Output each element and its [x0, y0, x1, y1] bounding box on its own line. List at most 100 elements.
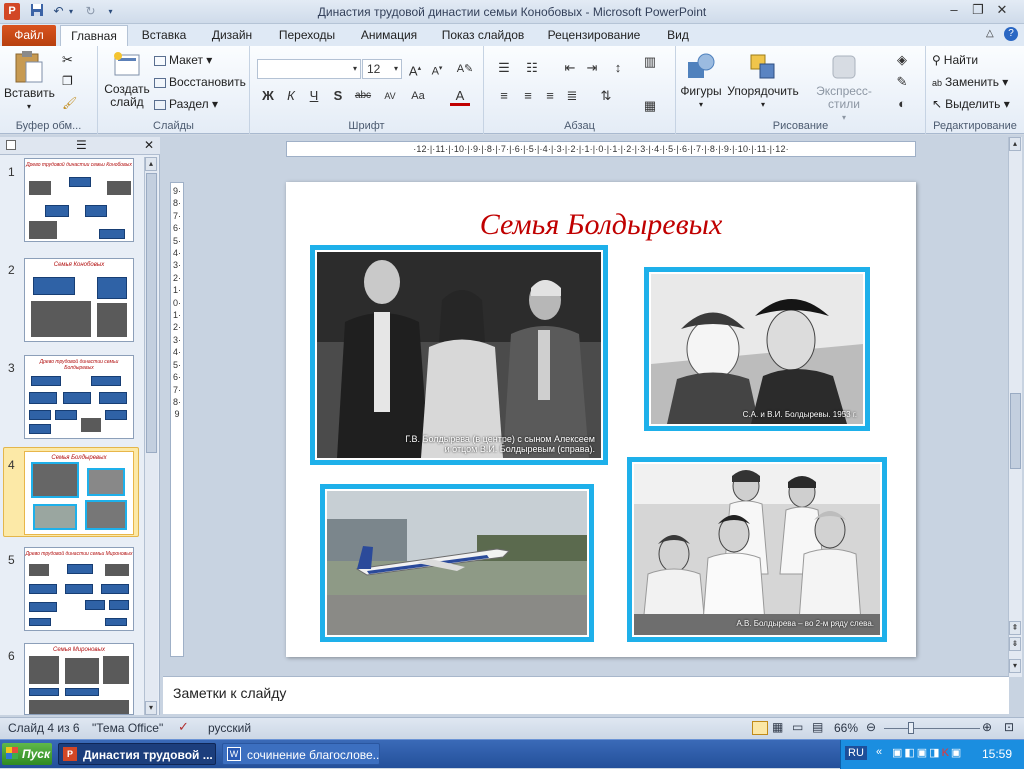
minimize-icon[interactable]: – — [943, 2, 965, 20]
normal-view-icon[interactable] — [752, 721, 768, 735]
scroll-thumb[interactable] — [1010, 393, 1021, 469]
layout-button[interactable]: Макет ▾ — [154, 51, 212, 69]
zoom-in-icon[interactable]: ⊕ — [982, 720, 992, 734]
help-icon[interactable]: ? — [1004, 27, 1018, 41]
shapes-button[interactable]: Фигуры ▾ — [678, 52, 724, 111]
zoom-slider-thumb[interactable] — [908, 722, 914, 734]
font-color-icon[interactable]: A — [450, 86, 470, 106]
spellcheck-icon[interactable]: ✓ — [178, 719, 189, 735]
restore-icon[interactable]: ❐ — [967, 2, 989, 20]
slides-tab-icon[interactable] — [6, 140, 16, 150]
character-spacing-icon[interactable]: AV — [378, 86, 402, 106]
replace-button[interactable]: ab Заменить ▾ — [932, 73, 1008, 91]
minimize-ribbon-icon[interactable]: △ — [986, 28, 994, 39]
previous-slide-icon[interactable]: ⇞ — [1009, 621, 1021, 635]
italic-icon[interactable]: К — [281, 86, 301, 106]
change-case-icon[interactable]: Aa — [406, 86, 430, 106]
photo-airplane[interactable] — [320, 484, 594, 642]
slideshow-view-icon[interactable]: ▤ — [812, 720, 823, 734]
tab-review[interactable]: Рецензирование — [542, 24, 646, 46]
reset-button[interactable]: Восстановить — [154, 73, 246, 91]
font-size-combo[interactable]: 12 ▾ — [362, 59, 402, 79]
zoom-slider[interactable] — [884, 728, 980, 729]
next-slide-icon[interactable]: ⇟ — [1009, 637, 1021, 651]
photo-couple-1953[interactable]: С.А. и В.И. Болдыревы. 1953 г. — [644, 267, 870, 431]
slide-sorter-icon[interactable]: ▦ — [772, 720, 783, 734]
copy-icon[interactable]: ❐ — [62, 74, 73, 88]
tab-design[interactable]: Дизайн — [203, 24, 261, 46]
format-painter-icon[interactable]: 🖌 — [62, 96, 77, 110]
zoom-level[interactable]: 66% — [834, 721, 858, 735]
zoom-out-icon[interactable]: ⊖ — [866, 720, 876, 734]
reading-view-icon[interactable]: ▭ — [792, 720, 803, 734]
slide-scrollbar[interactable]: ▴ ⇞ ⇟ ▾ — [1008, 137, 1022, 677]
text-direction-icon[interactable]: ⇅ — [596, 86, 616, 106]
slide-thumbnail-1[interactable]: Древо трудовой династии семьи Конобовых — [24, 158, 134, 242]
language-bar[interactable]: RU — [845, 746, 867, 760]
slide-title[interactable]: Семья Болдыревых — [286, 208, 916, 242]
tray-icons[interactable]: ▣◧▣◨K▣ — [892, 746, 963, 759]
bold-icon[interactable]: Ж — [258, 86, 278, 106]
scroll-up-icon[interactable]: ▴ — [1009, 137, 1021, 151]
select-button[interactable]: ↖ Выделить ▾ — [932, 95, 1010, 113]
slide-thumbnail-5[interactable]: Древо трудовой династии семьи Мироновых — [24, 547, 134, 631]
columns-icon[interactable]: ▥ — [640, 52, 660, 72]
increase-indent-icon[interactable]: ⇥ — [582, 58, 602, 78]
new-slide-button[interactable]: Создать слайд — [102, 50, 152, 120]
align-left-icon[interactable]: ≡ — [494, 86, 514, 106]
font-family-combo[interactable]: ▾ — [257, 59, 361, 79]
language-indicator[interactable]: русский — [208, 721, 251, 735]
tab-animation[interactable]: Анимация — [352, 24, 426, 46]
smartart-icon[interactable]: ▦ — [640, 96, 660, 116]
taskbar-powerpoint[interactable]: P Династия трудовой ... — [58, 743, 216, 765]
arrange-button[interactable]: Упорядочить ▾ — [726, 52, 800, 111]
shape-fill-icon[interactable]: ◈ — [892, 50, 912, 70]
shadow-icon[interactable]: S — [328, 86, 348, 106]
notes-pane[interactable]: Заметки к слайду — [163, 676, 1009, 714]
find-button[interactable]: ⚲ Найти — [932, 51, 978, 69]
slide-thumbnail-4[interactable]: Семья Болдыревых — [24, 451, 134, 535]
close-icon[interactable]: ✕ — [991, 2, 1013, 20]
start-button[interactable]: Пуск — [2, 743, 52, 765]
scroll-down-icon[interactable]: ▾ — [1009, 659, 1021, 673]
slide-thumbnail-3[interactable]: Древо трудовой династии семьи Болдыревых — [24, 355, 134, 439]
fit-to-window-icon[interactable]: ⊡ — [1004, 720, 1014, 734]
scroll-down-icon[interactable]: ▾ — [145, 701, 157, 715]
decrease-indent-icon[interactable]: ⇤ — [560, 58, 580, 78]
underline-icon[interactable]: Ч — [304, 86, 324, 106]
photo-group-women[interactable]: А.В. Болдырева – во 2-м ряду слева. — [627, 457, 887, 642]
shape-effects-icon[interactable]: ◐ — [892, 94, 912, 114]
tab-transitions[interactable]: Переходы — [270, 24, 344, 46]
slide-thumbnail-6[interactable]: Семья Мироновых — [24, 643, 134, 715]
clear-formatting-icon[interactable]: A✎ — [455, 59, 475, 79]
tab-view[interactable]: Вид — [660, 24, 696, 46]
tray-expand-icon[interactable]: « — [876, 746, 882, 758]
scroll-thumb[interactable] — [146, 173, 157, 453]
quick-styles-button[interactable]: Экспресс-стили ▾ — [802, 52, 886, 124]
tab-home[interactable]: Главная — [60, 25, 128, 47]
slide-canvas[interactable]: Семья Болдыревых Г.В. Болдырева (в центр… — [286, 182, 916, 657]
tab-file[interactable]: Файл — [2, 25, 56, 46]
theme-name[interactable]: "Тема Office" — [92, 721, 163, 735]
tab-insert[interactable]: Вставка — [135, 24, 193, 46]
bullets-icon[interactable]: ☰ — [494, 58, 514, 78]
align-right-icon[interactable]: ≡ — [540, 86, 560, 106]
numbering-icon[interactable]: ☷ — [522, 58, 542, 78]
panel-scrollbar[interactable]: ▴ ▾ — [144, 157, 158, 715]
grow-font-icon[interactable]: A▴ — [405, 59, 425, 79]
shrink-font-icon[interactable]: A▾ — [427, 59, 447, 79]
tab-slideshow[interactable]: Показ слайдов — [436, 24, 530, 46]
close-panel-icon[interactable]: ✕ — [144, 138, 154, 152]
scroll-up-icon[interactable]: ▴ — [145, 157, 157, 171]
align-center-icon[interactable]: ≡ — [518, 86, 538, 106]
taskbar-word[interactable]: W сочинение благослове... — [222, 743, 380, 765]
paste-button[interactable]: Вставить ▾ — [4, 50, 55, 112]
justify-icon[interactable]: ≣ — [562, 86, 582, 106]
slide-thumbnail-2[interactable]: Семья Конобовых — [24, 258, 134, 342]
photo-family-three[interactable]: Г.В. Болдырева (в центре) с сыном Алексе… — [310, 245, 608, 465]
line-spacing-icon[interactable]: ↕ — [608, 58, 628, 78]
shape-outline-icon[interactable]: ✎ — [892, 72, 912, 92]
section-button[interactable]: Раздел ▾ — [154, 95, 218, 113]
outline-tab-icon[interactable]: ☰ — [76, 138, 87, 152]
cut-icon[interactable]: ✂ — [62, 52, 73, 68]
